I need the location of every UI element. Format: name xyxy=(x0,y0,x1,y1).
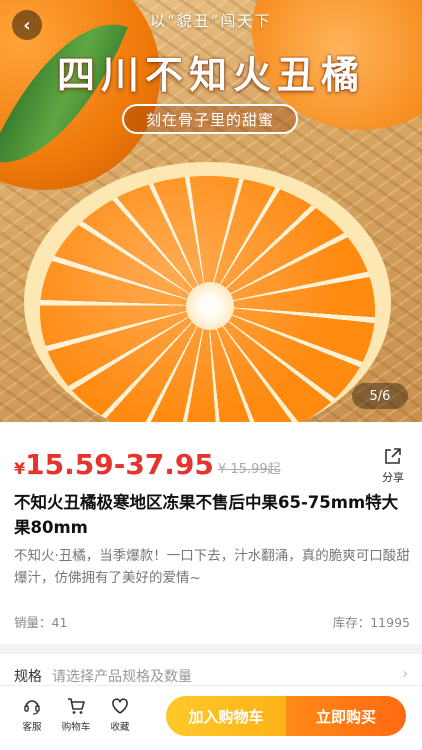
price-range: 15.59-37.95 xyxy=(25,448,214,481)
share-button[interactable]: 分享 xyxy=(378,446,408,485)
add-to-cart-button[interactable]: 加入购物车 xyxy=(166,696,286,736)
chevron-right-icon: › xyxy=(402,666,408,682)
stock-count: 库存：11995 xyxy=(332,615,410,630)
share-label: 分享 xyxy=(382,471,404,484)
service-label: 客服 xyxy=(22,722,42,733)
share-icon xyxy=(385,448,401,464)
headset-icon xyxy=(24,700,40,715)
hero-slogan: 以“貌丑”闯天下 xyxy=(150,12,272,30)
price: ¥15.59-37.95 xyxy=(14,448,214,481)
sales-count: 销量：41 xyxy=(14,615,68,630)
buy-now-button[interactable]: 立即购买 xyxy=(286,696,406,736)
image-pager: 5/6 xyxy=(352,383,408,409)
cart-icon xyxy=(68,698,85,714)
section-divider xyxy=(0,644,422,654)
product-title: 不知火丑橘极寒地区冻果不售后中果65-75mm特大果80mm xyxy=(14,493,399,537)
bottom-action-bar: 客服 购物车 收藏 加入购物车 立即购买 xyxy=(0,685,422,750)
price-row: ¥15.59-37.95 ¥ 15.99起 分享 xyxy=(14,446,408,486)
cart-label: 购物车 xyxy=(61,722,91,733)
original-price: ¥ 15.99起 xyxy=(218,462,281,477)
product-image-carousel[interactable]: ‹ 以“貌丑”闯天下 四川不知火丑橘 刻在骨子里的甜蜜 5/6 xyxy=(0,0,422,422)
cart-tab[interactable]: 购物车 xyxy=(56,696,96,733)
service-tab[interactable]: 客服 xyxy=(12,696,52,733)
spec-hint: 请选择产品规格及数量 xyxy=(52,669,192,685)
price-symbol: ¥ xyxy=(14,459,26,478)
back-button[interactable]: ‹ xyxy=(12,10,42,40)
favorite-tab[interactable]: 收藏 xyxy=(100,696,140,733)
heart-icon xyxy=(112,698,128,714)
product-description: 不知火·丑橘，当季爆款！一口下去，汁水翻涌，真的脆爽可口酸甜爆汁，仿佛拥有了美好… xyxy=(14,548,410,586)
sales-stock-row: 销量：41 库存：11995 xyxy=(14,612,410,630)
chevron-left-icon: ‹ xyxy=(23,14,31,36)
hero-subtitle: 刻在骨子里的甜蜜 xyxy=(122,104,298,134)
product-detail-page: ‹ 以“貌丑”闯天下 四川不知火丑橘 刻在骨子里的甜蜜 5/6 ¥15.59-3… xyxy=(0,0,422,750)
hero-title: 四川不知火丑橘 xyxy=(56,52,365,97)
spec-label: 规格 xyxy=(14,669,42,685)
favorite-label: 收藏 xyxy=(110,722,130,733)
orange-core xyxy=(186,282,234,330)
